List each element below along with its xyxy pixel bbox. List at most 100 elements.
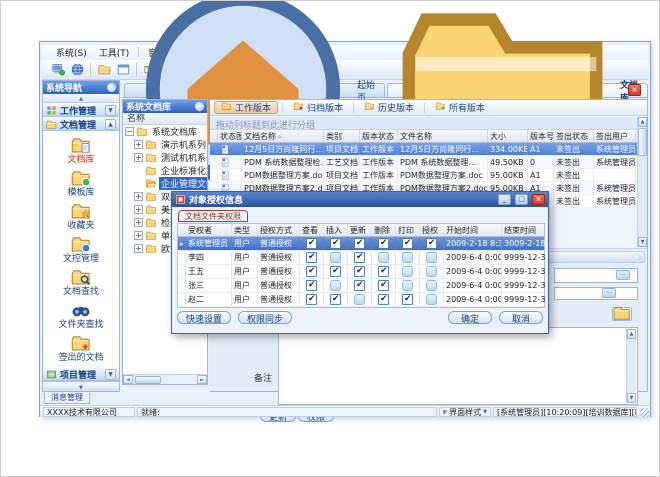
column-header-9[interactable]: 开始时间 (444, 224, 502, 236)
column-header-2[interactable]: 类别 (324, 130, 360, 142)
scrollbar-thumb[interactable] (135, 376, 161, 384)
checkbox-checked[interactable] (378, 266, 389, 277)
sidebar-collapsed-bar[interactable] (43, 381, 119, 391)
browse-folder-button[interactable] (612, 307, 632, 321)
minimize-button[interactable]: _ (498, 194, 511, 205)
folder-button[interactable] (96, 62, 112, 78)
expand-icon[interactable]: + (134, 205, 143, 214)
close-pane-button[interactable] (628, 84, 641, 96)
checkbox-checked[interactable] (330, 294, 341, 305)
sidebar-item-4[interactable]: 文档查找 (43, 267, 119, 300)
expand-icon[interactable]: + (134, 140, 143, 149)
table-row[interactable]: 12月5日万尚隆同行…项目文档工作版本12月5日万尚隆同行…334.00KBA1… (210, 143, 638, 156)
column-header-7[interactable]: 签出状态 (554, 130, 594, 142)
ui-style-selector[interactable]: 界面样式 ▼ (439, 407, 491, 417)
tree-item-2[interactable]: +测试机机系列 (123, 151, 207, 164)
tree-horizontal-scrollbar[interactable]: ◄ ► (123, 374, 207, 384)
checkbox-unchecked[interactable] (378, 252, 389, 263)
resize-grip[interactable] (640, 408, 649, 417)
tab-folder-permissions[interactable]: 文档文件夹权限 (178, 210, 248, 222)
checkbox-unchecked[interactable] (402, 266, 413, 277)
checkbox-checked[interactable] (354, 252, 365, 263)
tab-start-page[interactable]: 起始页 (124, 83, 385, 97)
tree-item-3[interactable]: +企业标准化文件 (123, 164, 207, 177)
checkbox-checked[interactable] (330, 266, 341, 277)
permission-row[interactable]: 赵二用户普通授权2009-6-4 0:00:009999-12-31 23:59 (178, 293, 544, 307)
version-tab-2[interactable]: 历史版本 (358, 101, 420, 114)
column-header-4[interactable]: 文件名称 (398, 130, 488, 142)
tree-column-header[interactable]: 名称 (123, 113, 207, 125)
checkbox-checked[interactable] (354, 280, 365, 291)
tab-document-library[interactable]: 文档库 (387, 83, 648, 97)
expand-icon[interactable]: + (134, 218, 143, 227)
table-row[interactable]: PDM数据整理方案.doc项目文档工作版本PDM数据整理方案.doc95.00K… (210, 169, 638, 182)
sidebar-group-document[interactable]: 文档管理 (43, 117, 119, 131)
checkbox-checked[interactable] (378, 294, 389, 305)
sidebar-item-5[interactable]: 文件夹查找 (43, 300, 119, 333)
checkbox-checked[interactable] (306, 280, 317, 291)
version-tab-1[interactable]: 归档版本 (287, 101, 349, 114)
permission-row[interactable]: 王五用户普通授权2009-6-4 0:00:009999-12-31 23:59 (178, 265, 544, 279)
pin-icon[interactable] (195, 102, 204, 111)
checkbox-unchecked[interactable] (426, 252, 437, 263)
scroll-down-icon[interactable] (638, 237, 647, 247)
checkbox-checked[interactable] (378, 238, 389, 249)
checkbox-checked[interactable] (330, 238, 341, 249)
checkbox-checked[interactable] (306, 252, 317, 263)
table-row[interactable]: PDM 系统数据整理检…工艺文档工作版本PDM 系统数据整理…49.50KB0未… (210, 156, 638, 169)
column-header-3[interactable]: 查看 (300, 224, 324, 236)
close-button[interactable]: × (532, 194, 545, 205)
column-header-7[interactable]: 打印 (396, 224, 420, 236)
column-header-2[interactable]: 授权方式 (258, 224, 300, 236)
scroll-up-icon[interactable] (638, 117, 647, 127)
chevron-down-icon[interactable] (105, 369, 116, 380)
ellipsis-button[interactable] (602, 288, 616, 298)
version-tab-0[interactable]: 工作版本 (214, 101, 278, 114)
column-header-10[interactable]: 结束时间 (502, 224, 546, 236)
checkbox-checked[interactable] (402, 294, 413, 305)
column-header-0[interactable]: 受权者 (186, 224, 232, 236)
chevron-up-icon[interactable] (105, 119, 116, 130)
sidebar-item-6[interactable]: 签出的文档 (43, 333, 119, 366)
scroll-right-icon[interactable]: ► (197, 375, 207, 384)
tree-item-4[interactable]: +企业管理文件 (123, 177, 207, 190)
sidebar-item-0[interactable]: 文档库 (43, 135, 119, 168)
checkbox-checked[interactable] (378, 280, 389, 291)
checkbox-unchecked[interactable] (402, 252, 413, 263)
quick-setup-button[interactable]: 快速设置 (177, 311, 231, 324)
window-button[interactable] (115, 62, 131, 78)
checkbox-unchecked[interactable] (426, 266, 437, 277)
file-list-vertical-scrollbar[interactable] (637, 117, 647, 247)
message-management-tab[interactable]: 消息管理 (44, 393, 90, 404)
scroll-left-icon[interactable]: ◄ (123, 375, 133, 384)
maximize-button[interactable]: □ (515, 194, 528, 205)
expand-icon[interactable]: + (134, 231, 143, 240)
expand-icon[interactable]: + (134, 244, 143, 253)
remark-textarea[interactable] (278, 327, 638, 405)
column-header-8[interactable]: 授权 (420, 224, 444, 236)
sidebar-group-project[interactable]: 项目管理 (43, 367, 119, 381)
checkbox-checked[interactable] (402, 238, 413, 249)
column-header-0[interactable]: 状态图 (218, 130, 242, 142)
checkbox-checked[interactable] (354, 238, 365, 249)
permission-row[interactable]: 李四用户普通授权2009-6-4 0:00:009999-12-31 23:59 (178, 251, 544, 265)
dialog-title-bar[interactable]: 对象授权信息 _ □ × (172, 192, 548, 207)
column-header-1[interactable]: 类型 (232, 224, 258, 236)
checkbox-checked[interactable] (354, 266, 365, 277)
checkbox-unchecked[interactable] (330, 252, 341, 263)
globe-button[interactable] (69, 62, 85, 78)
menu-item-1[interactable]: 系统(S) (50, 45, 93, 60)
sidebar-item-1[interactable]: 模板库 (43, 168, 119, 201)
collapse-icon[interactable]: − (125, 127, 134, 136)
tree-item-0[interactable]: −系统文档库 (123, 125, 207, 138)
remote-desktop-button[interactable] (50, 62, 66, 78)
column-header-1[interactable]: 文档名称▵ (242, 130, 324, 142)
expand-icon[interactable]: + (134, 153, 143, 162)
expand-icon[interactable]: + (134, 192, 143, 201)
scroll-down-icon[interactable] (627, 393, 636, 403)
column-header-6[interactable]: 版本号 (528, 130, 554, 142)
textarea-scrollbar[interactable] (626, 329, 636, 403)
ok-button[interactable]: 确定 (448, 311, 492, 324)
chevron-down-icon[interactable] (105, 105, 116, 116)
column-header-5[interactable]: 大小 (488, 130, 528, 142)
